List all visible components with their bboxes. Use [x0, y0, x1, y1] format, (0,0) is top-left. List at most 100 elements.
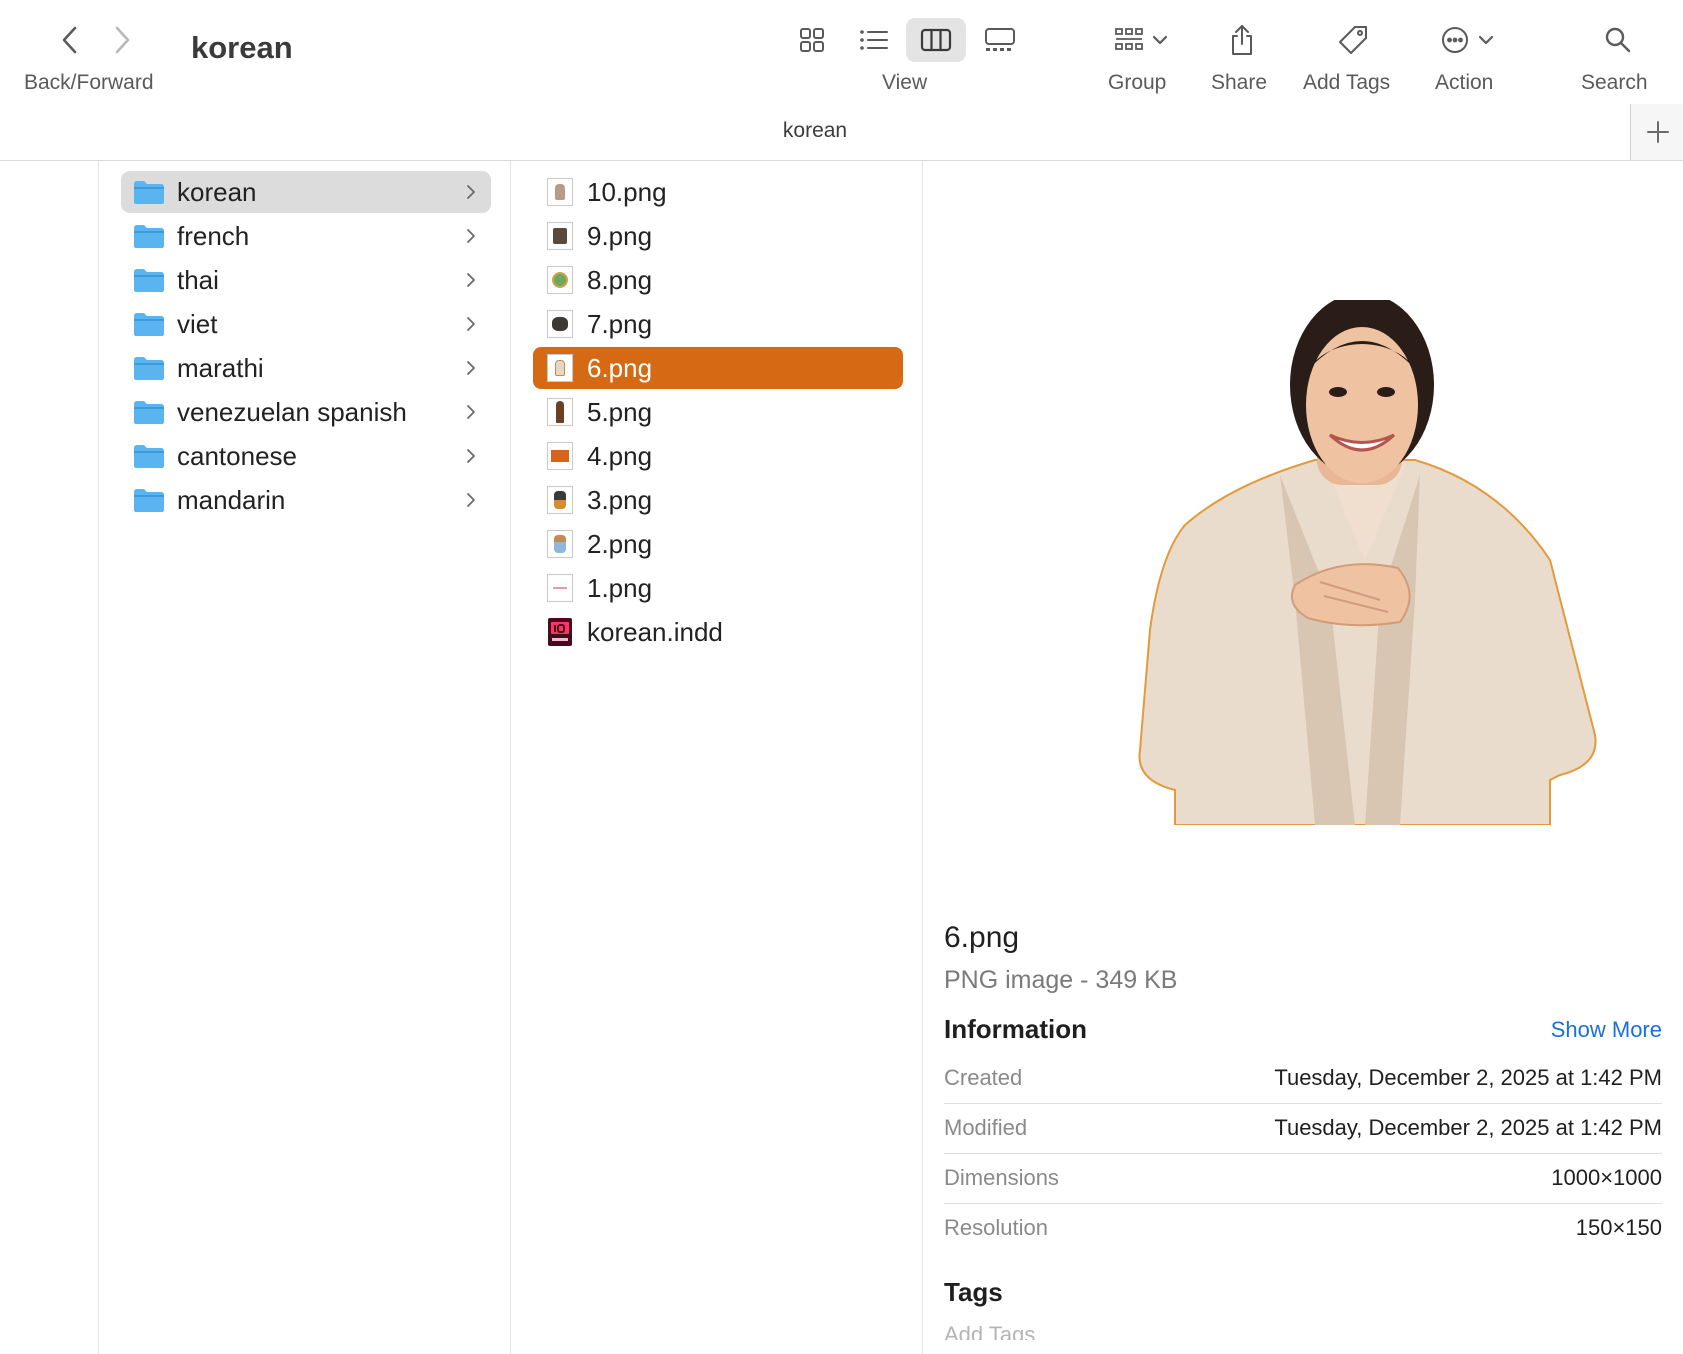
file-name: 1.png: [587, 572, 653, 603]
info-value: Tuesday, December 2, 2025 at 1:42 PM: [1274, 1065, 1662, 1090]
chevron-right-icon: [467, 405, 475, 419]
image-thumbnail-icon: [547, 354, 573, 382]
folder-row-thai[interactable]: thai: [121, 259, 491, 301]
folder-name: thai: [177, 264, 219, 295]
column-separator[interactable]: [98, 161, 99, 1354]
chevron-right-icon: [115, 26, 130, 54]
path-bar-title: korean: [782, 119, 848, 142]
view-label: View: [882, 71, 928, 94]
folder-name: mandarin: [177, 484, 286, 515]
file-row[interactable]: 7.png: [533, 303, 903, 345]
back-forward-label: Back/Forward: [24, 71, 154, 94]
info-value: 150×150: [1575, 1215, 1662, 1240]
info-row-dimensions: Dimensions 1000×1000: [944, 1153, 1662, 1204]
new-tab-button[interactable]: [1630, 104, 1683, 160]
columns-icon: [920, 28, 952, 52]
action-label: Action: [1435, 71, 1494, 94]
folder-row-cantonese[interactable]: cantonese: [121, 435, 491, 477]
search-label: Search: [1581, 71, 1648, 94]
file-name: 8.png: [587, 264, 653, 295]
folder-name: venezuelan spanish: [177, 396, 407, 427]
file-name: 7.png: [587, 308, 653, 339]
list-view-button[interactable]: [852, 20, 896, 60]
file-name: 10.png: [587, 176, 667, 207]
image-thumbnail-icon: [547, 398, 573, 426]
info-key: Created: [944, 1065, 1023, 1090]
show-more-link[interactable]: Show More: [1551, 1017, 1662, 1043]
chevron-right-icon: [467, 493, 475, 507]
chevron-right-icon: [467, 229, 475, 243]
preview-file-name: 6.png: [944, 921, 1020, 954]
file-name: 4.png: [587, 440, 653, 471]
file-row[interactable]: 3.png: [533, 479, 903, 521]
folder-row-marathi[interactable]: marathi: [121, 347, 491, 389]
file-row[interactable]: 1.png: [533, 567, 903, 609]
chevron-left-icon: [62, 26, 77, 54]
column-separator[interactable]: [510, 161, 511, 1354]
share-button[interactable]: [1222, 18, 1262, 62]
preview-file-kind: PNG image - 349 KB: [944, 966, 1178, 994]
folder-row-viet[interactable]: viet: [121, 303, 491, 345]
file-row[interactable]: korean.indd: [533, 611, 903, 653]
file-row[interactable]: 5.png: [533, 391, 903, 433]
file-row[interactable]: 10.png: [533, 171, 903, 213]
folder-icon: [134, 445, 164, 468]
add-tags-field[interactable]: Add Tags: [944, 1322, 1035, 1340]
image-thumbnail-icon: [547, 222, 573, 250]
file-row[interactable]: 9.png: [533, 215, 903, 257]
chevron-right-icon: [467, 317, 475, 331]
folder-row-korean[interactable]: korean: [121, 171, 491, 213]
folder-name: marathi: [177, 352, 264, 383]
gallery-view-button[interactable]: [978, 20, 1022, 60]
search-button[interactable]: [1598, 20, 1638, 60]
file-name: 9.png: [587, 220, 653, 251]
folder-row-venezuelan-spanish[interactable]: venezuelan spanish: [121, 391, 491, 433]
info-key: Resolution: [944, 1215, 1048, 1240]
file-row[interactable]: 8.png: [533, 259, 903, 301]
file-name: 2.png: [587, 528, 653, 559]
info-value: Tuesday, December 2, 2025 at 1:42 PM: [1274, 1115, 1662, 1140]
group-icon: [1115, 28, 1143, 50]
info-row-modified: Modified Tuesday, December 2, 2025 at 1:…: [944, 1103, 1662, 1154]
information-heading: Information: [944, 1014, 1087, 1044]
icon-view-button[interactable]: [790, 20, 834, 60]
file-row[interactable]: 2.png: [533, 523, 903, 565]
folder-name: french: [177, 220, 250, 251]
file-row-selected[interactable]: 6.png: [533, 347, 903, 389]
chevron-right-icon: [467, 185, 475, 199]
folder-icon: [134, 225, 164, 248]
folder-icon: [134, 269, 164, 292]
share-label: Share: [1211, 71, 1268, 94]
image-thumbnail-icon: [547, 310, 573, 338]
file-name: 5.png: [587, 396, 653, 427]
folder-name: korean: [177, 176, 257, 207]
file-row[interactable]: 4.png: [533, 435, 903, 477]
folder-icon: [134, 401, 164, 424]
image-thumbnail-icon: [547, 486, 573, 514]
info-key: Dimensions: [944, 1165, 1059, 1190]
image-thumbnail-icon: [547, 530, 573, 558]
folder-row-mandarin[interactable]: mandarin: [121, 479, 491, 521]
back-button[interactable]: [52, 22, 88, 58]
add-tags-label: Add Tags: [1303, 71, 1391, 94]
folder-icon: [134, 357, 164, 380]
file-name: korean.indd: [587, 616, 723, 647]
info-row-resolution: Resolution 150×150: [944, 1203, 1662, 1253]
info-value: 1000×1000: [1551, 1165, 1662, 1190]
group-button[interactable]: [1106, 20, 1176, 60]
tags-heading: Tags: [944, 1277, 1003, 1307]
folder-icon: [134, 489, 164, 512]
grid-icon: [800, 28, 824, 52]
plus-icon: [1646, 121, 1669, 143]
folder-row-french[interactable]: french: [121, 215, 491, 257]
action-button[interactable]: [1432, 20, 1502, 60]
chevron-right-icon: [467, 449, 475, 463]
folder-icon: [134, 181, 164, 204]
chevron-down-icon: [1152, 35, 1168, 45]
column-view-button[interactable]: [906, 18, 966, 62]
add-tags-button[interactable]: [1332, 20, 1374, 60]
column-separator[interactable]: [922, 161, 923, 1354]
forward-button[interactable]: [104, 22, 140, 58]
chevron-right-icon: [467, 361, 475, 375]
image-thumbnail-icon: [547, 574, 573, 602]
